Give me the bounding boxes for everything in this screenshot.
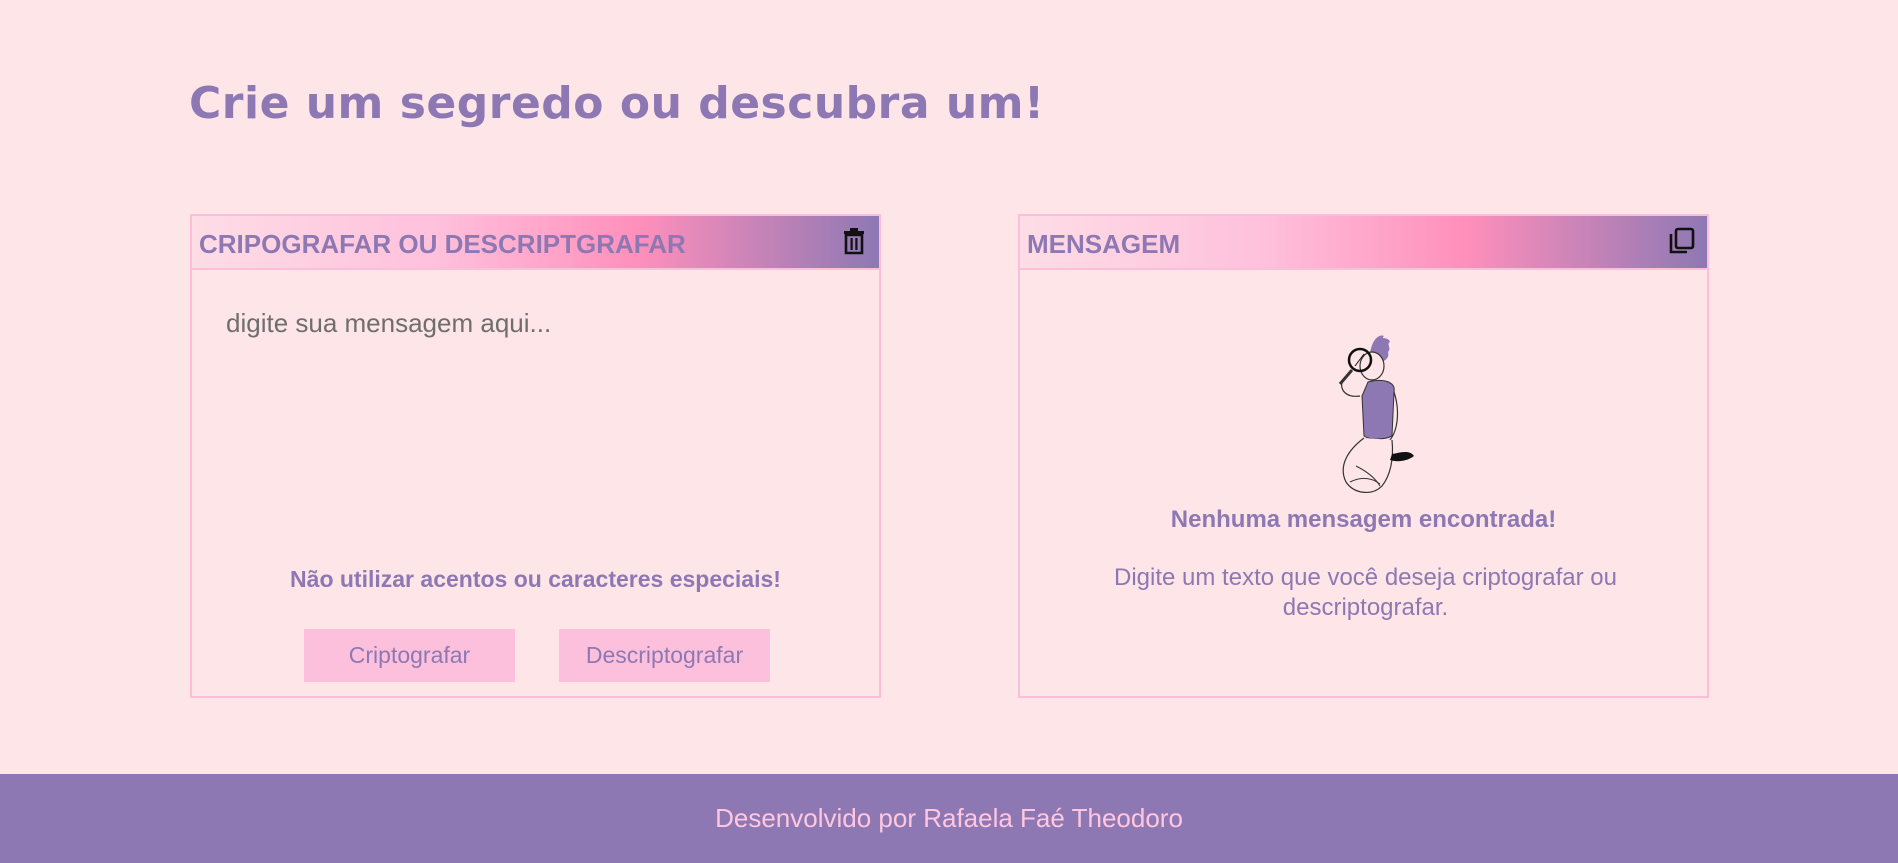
page-title: Crie um segredo ou descubra um! [189,78,1045,129]
input-panel-header: CRIPOGRAFAR OU DESCRIPTGRAFAR [192,216,879,270]
output-panel-title: MENSAGEM [1027,229,1181,259]
trash-icon[interactable] [839,226,869,256]
output-panel-header: MENSAGEM [1020,216,1707,270]
detective-illustration [1338,335,1414,493]
encrypt-button[interactable]: Criptografar [304,629,515,682]
input-panel-title: CRIPOGRAFAR OU DESCRIPTGRAFAR [199,229,686,259]
input-panel: CRIPOGRAFAR OU DESCRIPTGRAFAR Não utiliz… [190,214,881,698]
decrypt-button[interactable]: Descriptografar [559,629,770,682]
warning-text: Não utilizar acentos ou caracteres espec… [290,566,781,592]
footer: Desenvolvido por Rafaela Faé Theodoro [0,774,1898,863]
output-panel: MENSAGEM Nenhuma mensagem encontrada! Di… [1018,214,1709,698]
empty-state-description: Digite um texto que você deseja criptogr… [1114,564,1617,621]
copy-icon[interactable] [1667,226,1697,256]
footer-credit: Desenvolvido por Rafaela Faé Theodoro [715,803,1183,833]
message-input[interactable] [226,308,846,508]
empty-state-title: Nenhuma mensagem encontrada! [1170,506,1557,533]
page: Crie um segredo ou descubra um! CRIPOGRA… [0,0,1898,863]
